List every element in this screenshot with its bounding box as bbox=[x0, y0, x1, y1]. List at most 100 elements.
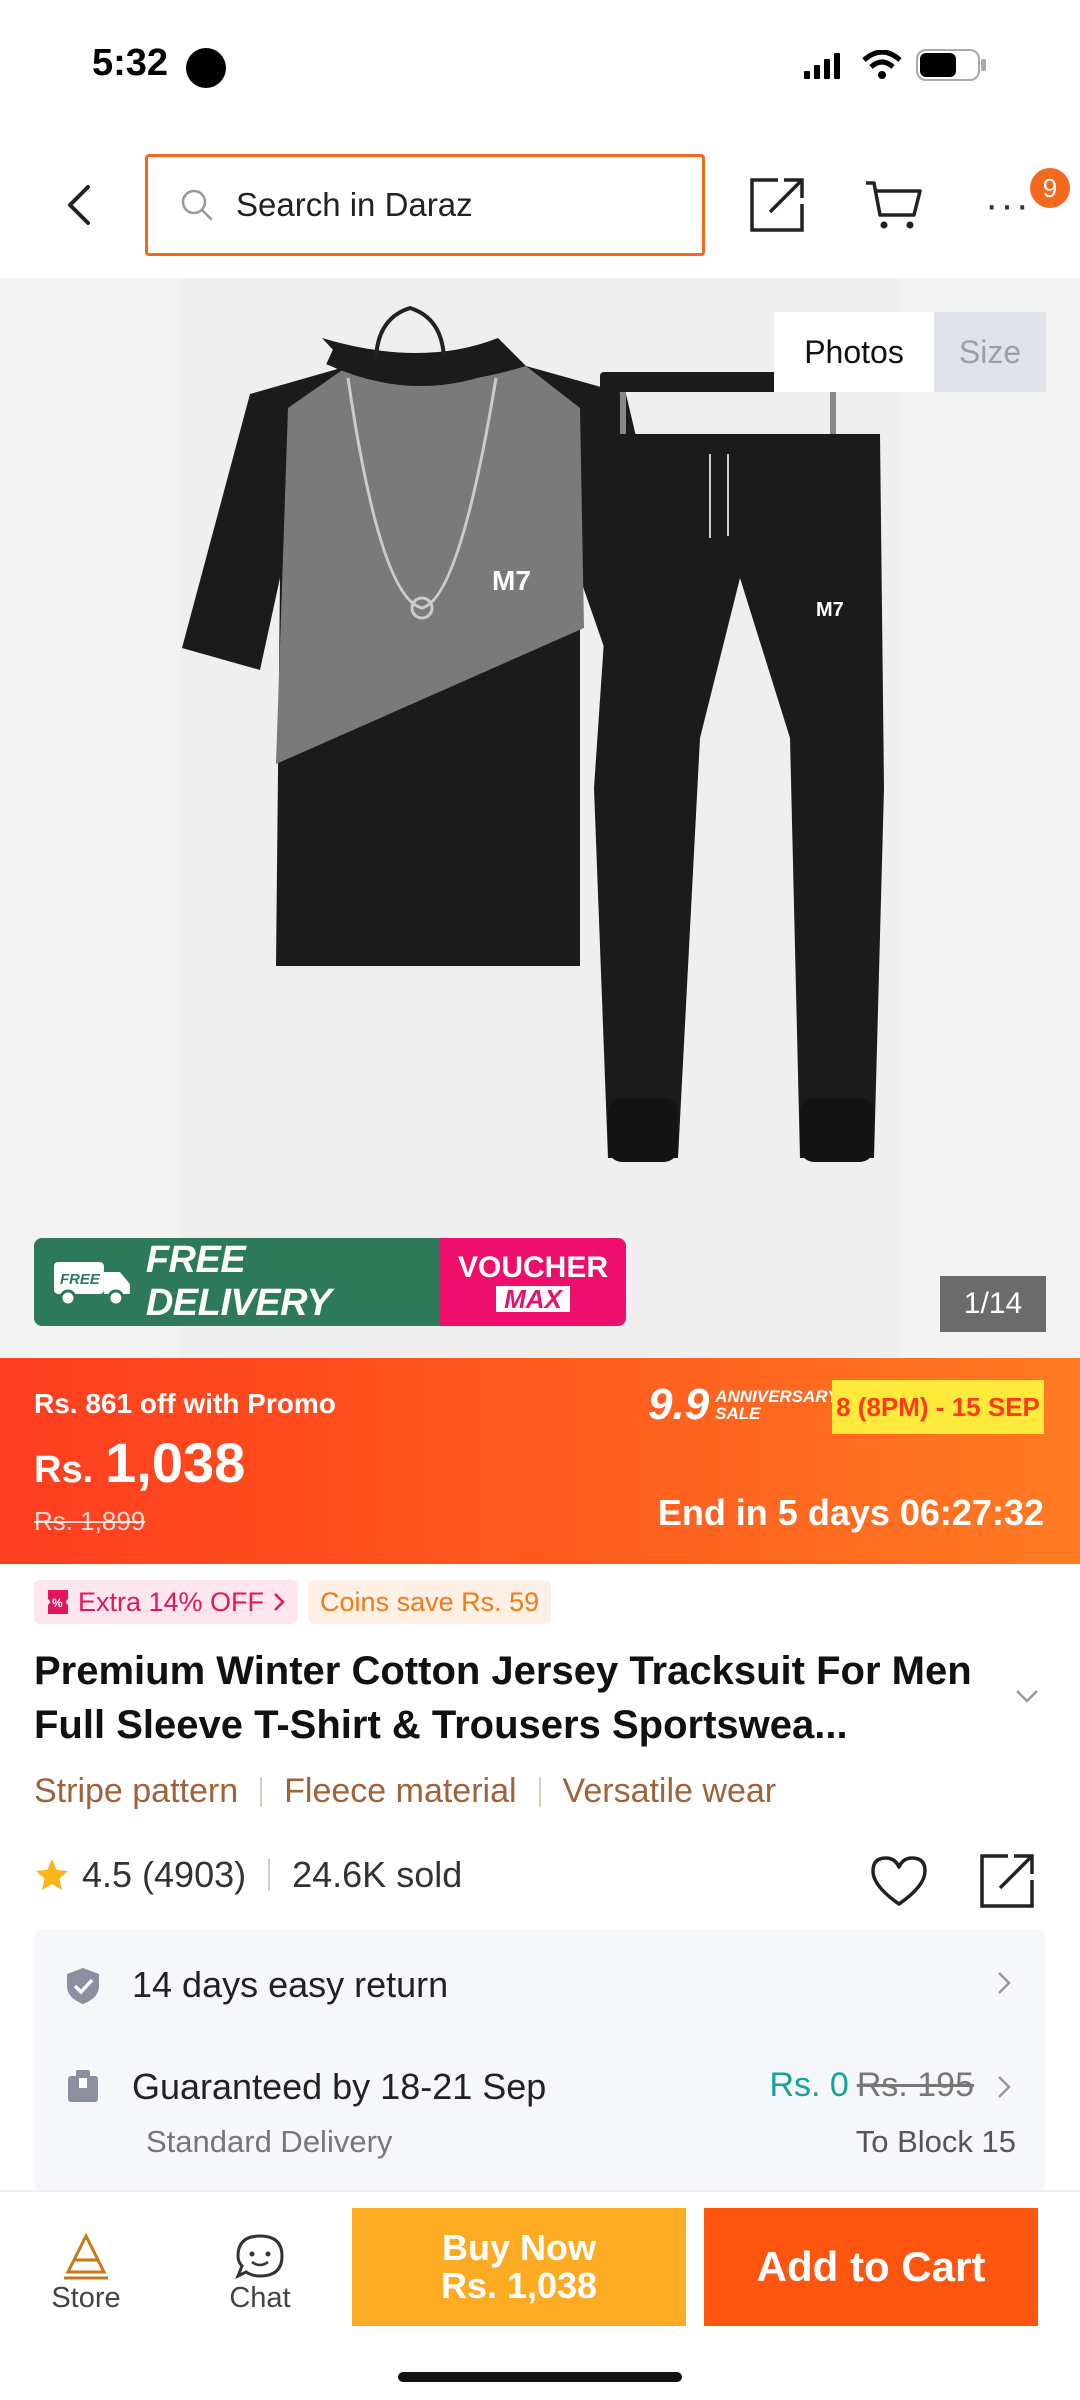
sale-dates-badge: 8 (8PM) - 15 SEP bbox=[832, 1380, 1044, 1434]
original-price: Rs. 1,899 bbox=[34, 1506, 146, 1536]
rating-row[interactable]: 4.5 (4903) 24.6K sold bbox=[34, 1854, 462, 1896]
chevron-right-icon bbox=[998, 1972, 1011, 1994]
delivery-type-text: Standard Delivery bbox=[146, 2124, 393, 2159]
trousers-illustration: M7 bbox=[594, 372, 884, 1162]
product-image-area: M7 M7 bbox=[180, 278, 900, 1358]
chevron-right-icon bbox=[998, 2076, 1011, 2098]
sale-logo-number: 9.9 bbox=[648, 1380, 710, 1429]
price-banner: Rs. 861 off with Promo Rs. 1,038 Rs. 1,8… bbox=[0, 1358, 1080, 1564]
home-indicator[interactable] bbox=[398, 2372, 682, 2382]
voucher-max-text: MAX bbox=[496, 1285, 570, 1312]
cart-button[interactable] bbox=[858, 172, 928, 238]
service-info-box: 14 days easy return Guaranteed by 18-21 … bbox=[34, 1930, 1046, 2190]
image-counter: 1/14 bbox=[940, 1276, 1046, 1332]
store-button[interactable]: Store bbox=[26, 2232, 146, 2315]
rating-divider bbox=[268, 1859, 271, 1891]
gallery-tabs: Photos Size bbox=[774, 312, 1046, 392]
status-indicator-dot bbox=[186, 48, 226, 88]
share-product-button[interactable] bbox=[972, 1846, 1042, 1916]
share-icon bbox=[980, 1854, 1034, 1908]
more-options-button[interactable]: ··· bbox=[978, 172, 1038, 238]
status-icons bbox=[804, 48, 988, 82]
free-delivery-voucher-banner: FREE FREE DELIVERY VOUCHER MAX bbox=[34, 1238, 626, 1326]
extra-off-text: Extra 14% OFF bbox=[78, 1586, 265, 1617]
chevron-down-icon bbox=[1016, 1690, 1038, 1703]
sale-logo-line2: SALE bbox=[715, 1404, 761, 1423]
top-nav: Search in Daraz ··· 9 bbox=[0, 150, 1080, 260]
cart-badge: 9 bbox=[1030, 168, 1070, 208]
status-time: 5:32 bbox=[92, 42, 169, 84]
buy-now-button[interactable]: Buy Now Rs. 1,038 bbox=[352, 2208, 686, 2326]
chat-label: Chat bbox=[229, 2282, 291, 2314]
delivery-fee-original: Rs. 195 bbox=[856, 2066, 974, 2104]
voucher-icon: % bbox=[48, 1590, 68, 1614]
sale-countdown: End in 5 days 06:27:32 bbox=[657, 1492, 1044, 1533]
svg-text:%: % bbox=[52, 1596, 63, 1610]
search-placeholder: Search in Daraz bbox=[236, 186, 473, 223]
expand-title-button[interactable] bbox=[1014, 1688, 1040, 1709]
product-gallery[interactable]: M7 M7 Photos Size FREE FREE DELIVERY VOU… bbox=[0, 278, 1080, 1358]
share-button[interactable] bbox=[742, 172, 812, 238]
promo-chips: % Extra 14% OFF Coins save Rs. 59 bbox=[34, 1580, 552, 1624]
return-policy-row[interactable]: 14 days easy return bbox=[34, 1930, 1046, 2040]
wishlist-button[interactable] bbox=[864, 1846, 934, 1916]
delivery-guarantee-text: Guaranteed by 18-21 Sep bbox=[132, 2066, 547, 2107]
delivery-truck-icon: FREE bbox=[53, 1262, 130, 1307]
extra-off-chip[interactable]: % Extra 14% OFF bbox=[34, 1580, 299, 1624]
delivery-row[interactable]: Guaranteed by 18-21 Sep Standard Deliver… bbox=[34, 2040, 1046, 2190]
current-price: Rs. 1,038 bbox=[34, 1430, 245, 1495]
status-bar: 5:32 bbox=[0, 0, 1080, 132]
store-label: Store bbox=[51, 2282, 121, 2314]
product-image: M7 M7 bbox=[182, 305, 884, 1162]
promo-discount-text: Rs. 861 off with Promo bbox=[34, 1388, 336, 1419]
coins-save-chip[interactable]: Coins save Rs. 59 bbox=[308, 1580, 552, 1624]
chat-button[interactable]: Chat bbox=[200, 2232, 320, 2315]
heart-icon bbox=[871, 1856, 927, 1906]
trousers-logo: M7 bbox=[816, 599, 844, 621]
rating-value: 4.5 bbox=[82, 1854, 133, 1895]
tag-item: Fleece material bbox=[284, 1772, 517, 1810]
star-icon bbox=[36, 1859, 68, 1890]
tshirt-logo: M7 bbox=[492, 565, 531, 596]
chat-icon bbox=[235, 2234, 284, 2280]
wifi-icon bbox=[862, 50, 902, 79]
price-amount: 1,038 bbox=[105, 1431, 246, 1494]
tag-item: Stripe pattern bbox=[34, 1772, 239, 1810]
delivery-fee-current: Rs. 0 bbox=[769, 2066, 849, 2104]
review-count: (4903) bbox=[142, 1854, 247, 1895]
voucher-max-label: VOUCHER MAX bbox=[440, 1238, 626, 1326]
delivery-fee: Rs. 0 Rs. 195 bbox=[769, 2066, 974, 2105]
store-icon bbox=[64, 2232, 108, 2280]
search-icon bbox=[181, 189, 213, 221]
free-delivery-label: FREE FREE DELIVERY bbox=[34, 1238, 440, 1326]
price-currency: Rs. bbox=[34, 1449, 94, 1491]
free-delivery-text: FREE DELIVERY bbox=[145, 1239, 332, 1324]
return-policy-text: 14 days easy return bbox=[132, 1964, 449, 2005]
sale-logo-line1: ANNIVERSARY bbox=[715, 1387, 839, 1406]
search-input[interactable]: Search in Daraz bbox=[145, 154, 705, 256]
anniversary-sale-logo: 9.9 ANNIVERSARY SALE bbox=[648, 1380, 839, 1430]
cart-icon bbox=[866, 181, 922, 229]
sold-count: 24.6K sold bbox=[292, 1854, 463, 1895]
chevron-left-icon bbox=[68, 185, 90, 225]
tab-size[interactable]: Size bbox=[934, 312, 1046, 392]
tag-divider bbox=[260, 1776, 263, 1807]
package-icon bbox=[68, 2070, 98, 2102]
back-button[interactable] bbox=[48, 172, 110, 238]
product-tags: Stripe pattern Fleece material Versatile… bbox=[34, 1772, 776, 1811]
tab-photos[interactable]: Photos bbox=[774, 312, 934, 392]
add-to-cart-button[interactable]: Add to Cart bbox=[704, 2208, 1038, 2326]
battery-icon bbox=[916, 49, 986, 81]
bottom-action-bar: Store Chat Buy Now Rs. 1,038 Add to Cart bbox=[0, 2190, 1080, 2400]
svg-text:FREE: FREE bbox=[60, 1271, 101, 1288]
share-icon bbox=[750, 178, 804, 232]
buy-now-price: Rs. 1,038 bbox=[440, 2265, 598, 2306]
buy-now-label: Buy Now bbox=[441, 2227, 596, 2268]
voucher-text: VOUCHER bbox=[457, 1250, 608, 1284]
product-title[interactable]: Premium Winter Cotton Jersey Tracksuit F… bbox=[34, 1644, 994, 1752]
tag-divider bbox=[538, 1776, 541, 1807]
signal-icon bbox=[804, 53, 840, 79]
delivery-destination: To Block 15 bbox=[855, 2124, 1016, 2159]
tag-item: Versatile wear bbox=[562, 1772, 777, 1810]
chevron-right-icon bbox=[274, 1593, 285, 1611]
